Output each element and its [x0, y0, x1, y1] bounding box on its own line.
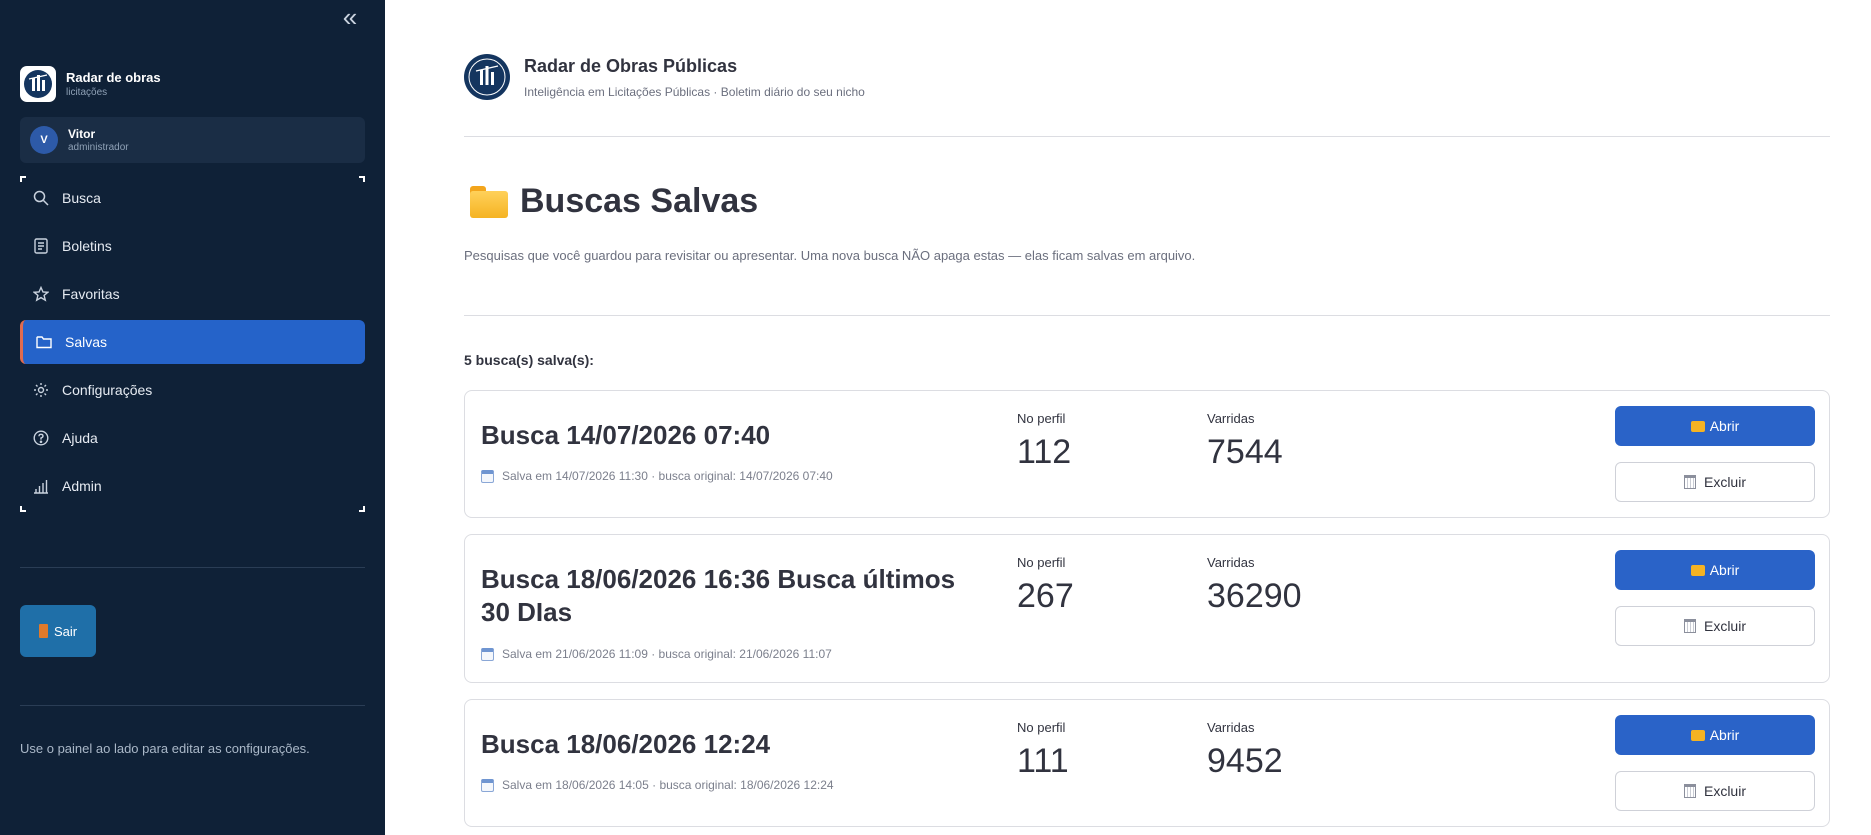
folder-icon — [1690, 564, 1705, 576]
saved-search-meta-text: Salva em 14/07/2026 11:30 · busca origin… — [502, 469, 833, 483]
sidebar-item-label: Ajuda — [62, 430, 98, 446]
brand-subtitle: licitações — [66, 87, 108, 98]
open-button[interactable]: Abrir — [1615, 715, 1815, 755]
delete-label: Excluir — [1703, 783, 1746, 799]
scanned-value: 9452 — [1207, 742, 1283, 780]
folder-icon — [1690, 420, 1705, 432]
in-profile-label: No perfil — [1017, 720, 1066, 735]
delete-label: Excluir — [1703, 618, 1746, 634]
document-icon — [32, 237, 50, 255]
open-label: Abrir — [1709, 727, 1740, 743]
saved-search-title: Busca 18/06/2026 16:36 Busca últimos 30 … — [481, 564, 956, 627]
gear-icon — [32, 381, 50, 399]
divider — [20, 567, 365, 568]
delete-button[interactable]: Excluir — [1615, 606, 1815, 646]
saved-search-meta-text: Salva em 21/06/2026 11:09 · busca origin… — [502, 647, 832, 661]
user-name: Vitor — [68, 127, 96, 141]
saved-search-title: Busca 18/06/2026 12:24 — [481, 729, 771, 759]
saved-search-card: Busca 14/07/2026 07:40 Salva em 14/07/20… — [464, 390, 1830, 518]
calendar-icon — [481, 647, 494, 661]
page-description: Pesquisas que você guardou para revisita… — [464, 248, 1196, 263]
app-logo — [464, 54, 510, 100]
sidebar-item-boletins[interactable]: Boletins — [20, 224, 365, 268]
page-title: Buscas Salvas — [470, 182, 758, 221]
scanned-label: Varridas — [1207, 720, 1255, 735]
calendar-icon — [481, 778, 494, 792]
delete-button[interactable]: Excluir — [1615, 771, 1815, 811]
divider — [464, 315, 1830, 316]
sidebar-item-admin[interactable]: Admin — [20, 464, 365, 508]
user-box: V Vitor administrador — [20, 117, 365, 163]
saved-search-title: Busca 14/07/2026 07:40 — [481, 420, 771, 450]
trash-icon — [1683, 619, 1696, 633]
brand-logo — [20, 66, 56, 102]
open-button[interactable]: Abrir — [1615, 406, 1815, 446]
scanned-label: Varridas — [1207, 411, 1255, 426]
sidebar-nav: Busca Boletins Favoritas Salvas Configur… — [20, 176, 365, 512]
divider — [20, 705, 365, 706]
sidebar: « Radar de obras licitações V Vitor admi… — [0, 0, 385, 835]
in-profile-label: No perfil — [1017, 555, 1066, 570]
app-title: Radar de Obras Públicas — [524, 55, 738, 76]
sidebar-item-label: Busca — [62, 190, 101, 206]
scanned-value: 7544 — [1207, 433, 1283, 471]
star-icon — [32, 285, 50, 303]
avatar: V — [30, 126, 58, 154]
divider — [464, 136, 1830, 137]
sidebar-item-label: Salvas — [65, 334, 108, 350]
user-role: administrador — [68, 142, 129, 153]
open-button[interactable]: Abrir — [1615, 550, 1815, 590]
in-profile-label: No perfil — [1017, 411, 1066, 426]
sidebar-item-salvas[interactable]: Salvas — [20, 320, 365, 364]
brand-name: Radar de obras — [66, 70, 161, 85]
logout-label: Sair — [53, 623, 78, 639]
folder-icon — [35, 333, 53, 351]
help-icon — [32, 429, 50, 447]
trash-icon — [1683, 475, 1696, 489]
folder-icon — [470, 185, 508, 218]
in-profile-value: 112 — [1017, 433, 1072, 471]
page-title-text: Buscas Salvas — [520, 182, 759, 220]
calendar-icon — [481, 469, 494, 483]
sidebar-item-busca[interactable]: Busca — [20, 176, 365, 220]
sidebar-item-label: Admin — [62, 478, 102, 494]
saved-search-card: Busca 18/06/2026 12:24 Salva em 18/06/20… — [464, 699, 1830, 827]
sidebar-item-label: Boletins — [62, 238, 112, 254]
sidebar-item-label: Configurações — [62, 382, 153, 398]
saved-search-card: Busca 18/06/2026 16:36 Busca últimos 30 … — [464, 534, 1830, 683]
sidebar-item-favoritas[interactable]: Favoritas — [20, 272, 365, 316]
in-profile-value: 267 — [1017, 577, 1074, 615]
delete-label: Excluir — [1703, 474, 1746, 490]
search-icon — [32, 189, 50, 207]
folder-icon — [1690, 729, 1705, 741]
brand: Radar de obras licitações — [20, 66, 161, 102]
delete-button[interactable]: Excluir — [1615, 462, 1815, 502]
scanned-label: Varridas — [1207, 555, 1255, 570]
sidebar-item-label: Favoritas — [62, 286, 120, 302]
open-label: Abrir — [1709, 418, 1740, 434]
saved-search-meta-text: Salva em 18/06/2026 14:05 · busca origin… — [502, 778, 834, 792]
saved-search-meta: Salva em 14/07/2026 11:30 · busca origin… — [481, 469, 833, 483]
sidebar-note: Use o painel ao lado para editar as conf… — [20, 741, 310, 756]
in-profile-value: 111 — [1017, 742, 1069, 780]
open-label: Abrir — [1709, 562, 1740, 578]
scanned-value: 36290 — [1207, 577, 1302, 615]
app-subtitle: Inteligência em Licitações Públicas · Bo… — [524, 84, 865, 99]
saved-count: 5 busca(s) salva(s): — [464, 352, 594, 368]
door-icon — [38, 624, 48, 638]
saved-search-meta: Salva em 21/06/2026 11:09 · busca origin… — [481, 647, 832, 661]
sidebar-item-ajuda[interactable]: Ajuda — [20, 416, 365, 460]
chart-bars-icon — [32, 477, 50, 495]
saved-search-meta: Salva em 18/06/2026 14:05 · busca origin… — [481, 778, 834, 792]
double-chevron-left-icon[interactable]: « — [336, 4, 364, 30]
logout-button[interactable]: Sair — [20, 605, 96, 657]
sidebar-item-configuracoes[interactable]: Configurações — [20, 368, 365, 412]
app-header: Radar de Obras Públicas Inteligência em … — [464, 54, 865, 100]
trash-icon — [1683, 784, 1696, 798]
